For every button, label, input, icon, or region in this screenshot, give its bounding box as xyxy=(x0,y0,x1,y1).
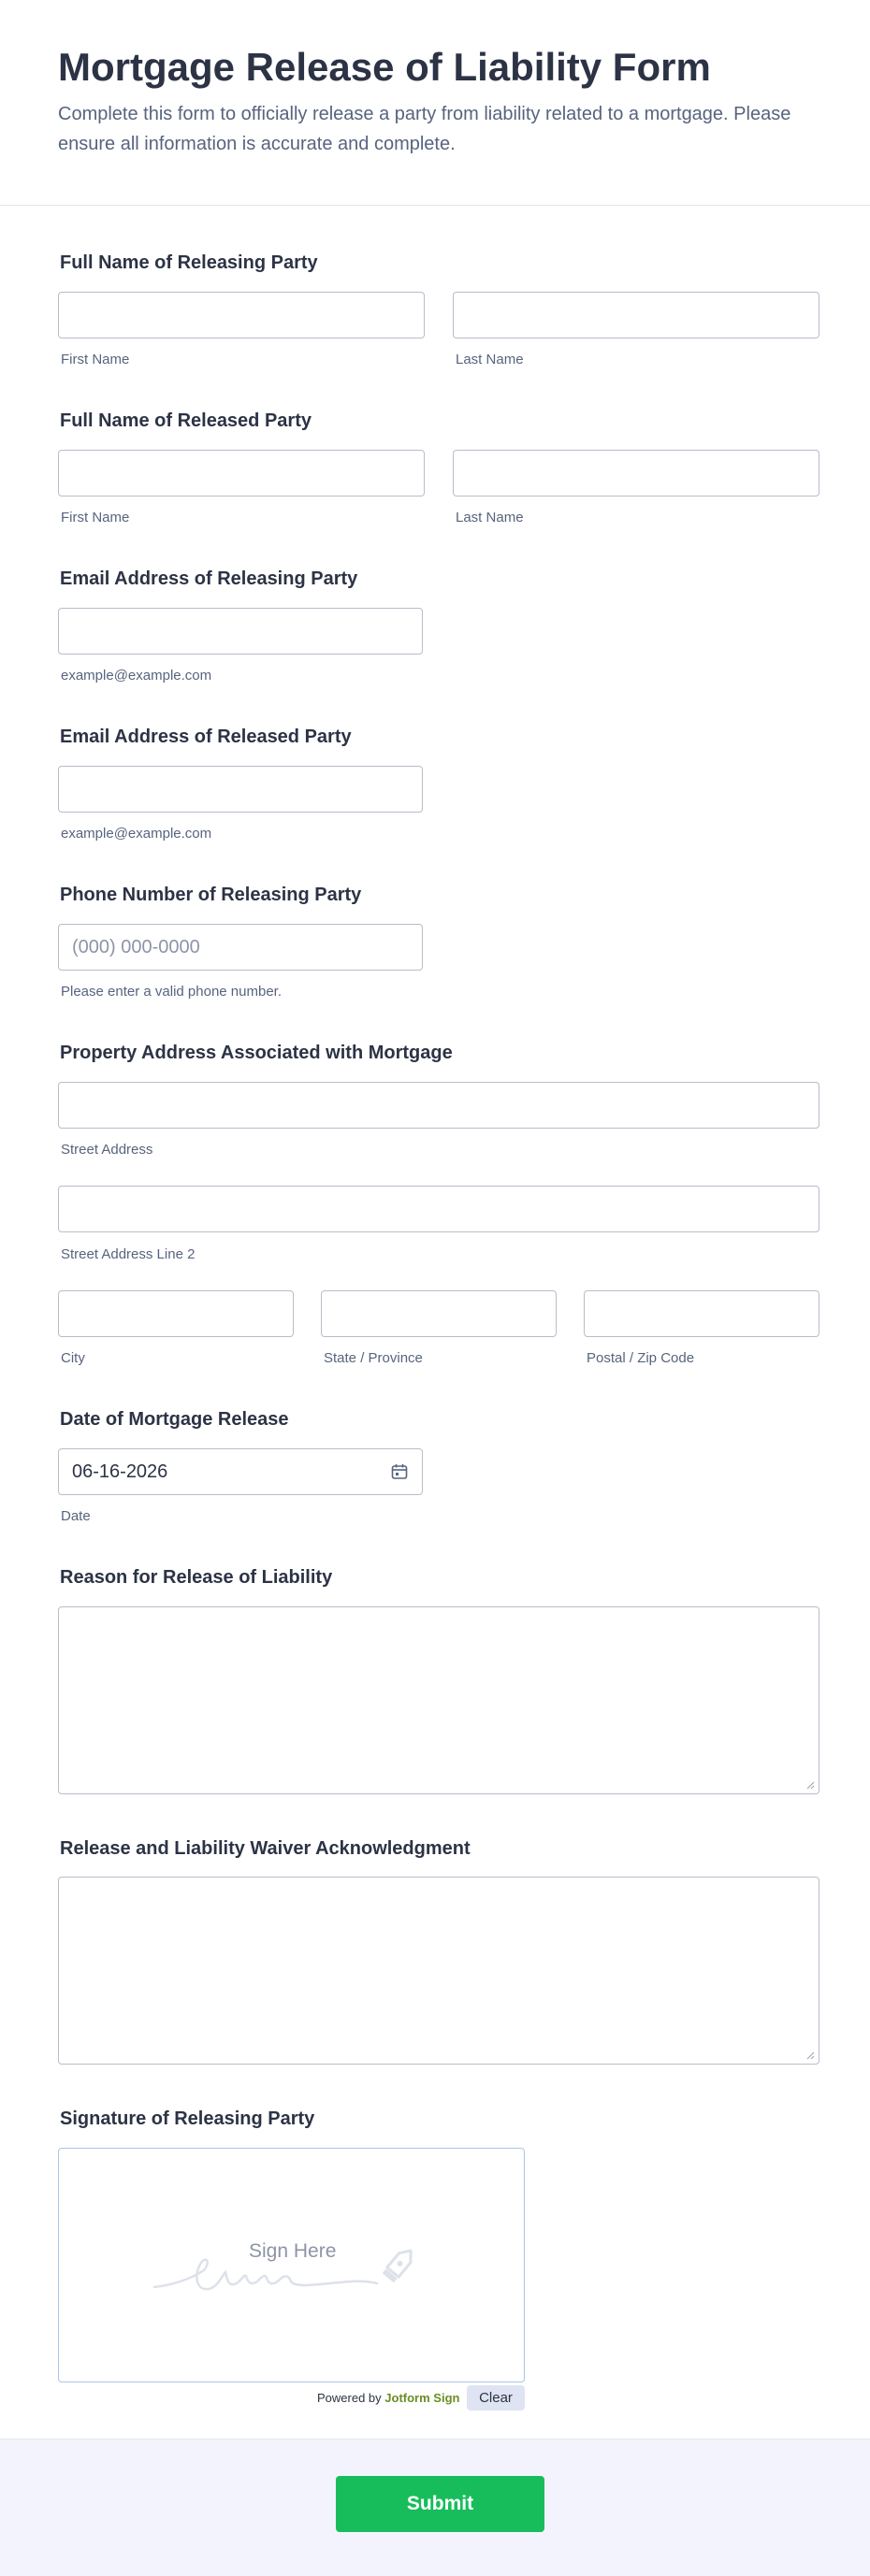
releasing-email-label: Email Address of Releasing Party xyxy=(60,568,358,589)
resize-grip-icon[interactable] xyxy=(805,1780,815,1790)
state-input[interactable] xyxy=(321,1290,557,1337)
released-first-name-sublabel: First Name xyxy=(61,510,130,525)
released-email-sublabel: example@example.com xyxy=(61,826,212,842)
signature-pad[interactable]: Sign Here xyxy=(58,2148,525,2382)
resize-grip-icon[interactable] xyxy=(805,2051,815,2060)
releasing-last-name-sublabel: Last Name xyxy=(456,352,524,367)
signature-scribble-icon xyxy=(152,2249,413,2291)
reason-textarea[interactable] xyxy=(58,1606,819,1794)
released-first-name-input[interactable] xyxy=(58,450,425,496)
form-subtitle: Complete this form to officially release… xyxy=(58,104,791,154)
address-label: Property Address Associated with Mortgag… xyxy=(60,1043,453,1063)
phone-label: Phone Number of Releasing Party xyxy=(60,885,362,905)
waiver-textarea[interactable] xyxy=(58,1877,819,2065)
released-email-input[interactable] xyxy=(58,766,423,813)
powered-by-text: Powered by Jotform Sign xyxy=(317,2391,459,2405)
state-sublabel: State / Province xyxy=(324,1350,423,1366)
form-title: Mortgage Release of Liability Form xyxy=(58,45,711,89)
header-divider xyxy=(0,205,870,206)
city-input[interactable] xyxy=(58,1290,294,1337)
releasing-first-name-sublabel: First Name xyxy=(61,352,130,367)
released-last-name-sublabel: Last Name xyxy=(456,510,524,525)
released-last-name-input[interactable] xyxy=(453,450,819,496)
reason-label: Reason for Release of Liability xyxy=(60,1567,333,1588)
street-address-line2-sublabel: Street Address Line 2 xyxy=(61,1246,196,1262)
street-address-sublabel: Street Address xyxy=(61,1142,153,1158)
released-email-label: Email Address of Released Party xyxy=(60,727,352,747)
street-address-input[interactable] xyxy=(58,1082,819,1129)
jotform-sign-brand[interactable]: Jotform Sign xyxy=(384,2391,459,2405)
release-date-value: 06-16-2026 xyxy=(72,1461,168,1482)
clear-signature-button[interactable]: Clear xyxy=(467,2385,525,2411)
releasing-first-name-input[interactable] xyxy=(58,292,425,338)
release-date-input[interactable]: 06-16-2026 xyxy=(58,1448,423,1495)
zip-sublabel: Postal / Zip Code xyxy=(587,1350,695,1366)
released-name-label: Full Name of Released Party xyxy=(60,410,312,431)
street-address-line2-input[interactable] xyxy=(58,1186,819,1232)
calendar-icon[interactable] xyxy=(390,1462,409,1481)
releasing-email-input[interactable] xyxy=(58,608,423,655)
releasing-last-name-input[interactable] xyxy=(453,292,819,338)
signature-label: Signature of Releasing Party xyxy=(60,2108,315,2129)
submit-button[interactable]: Submit xyxy=(336,2476,544,2532)
phone-sublabel: Please enter a valid phone number. xyxy=(61,984,282,1000)
releasing-email-sublabel: example@example.com xyxy=(61,668,212,684)
city-sublabel: City xyxy=(61,1350,85,1366)
waiver-label: Release and Liability Waiver Acknowledgm… xyxy=(60,1838,471,1859)
release-date-sublabel: Date xyxy=(61,1508,91,1524)
phone-input[interactable]: (000) 000-0000 xyxy=(58,924,423,971)
powered-by-prefix: Powered by xyxy=(317,2391,382,2405)
release-date-label: Date of Mortgage Release xyxy=(60,1409,289,1430)
releasing-name-label: Full Name of Releasing Party xyxy=(60,252,318,273)
zip-input[interactable] xyxy=(584,1290,819,1337)
